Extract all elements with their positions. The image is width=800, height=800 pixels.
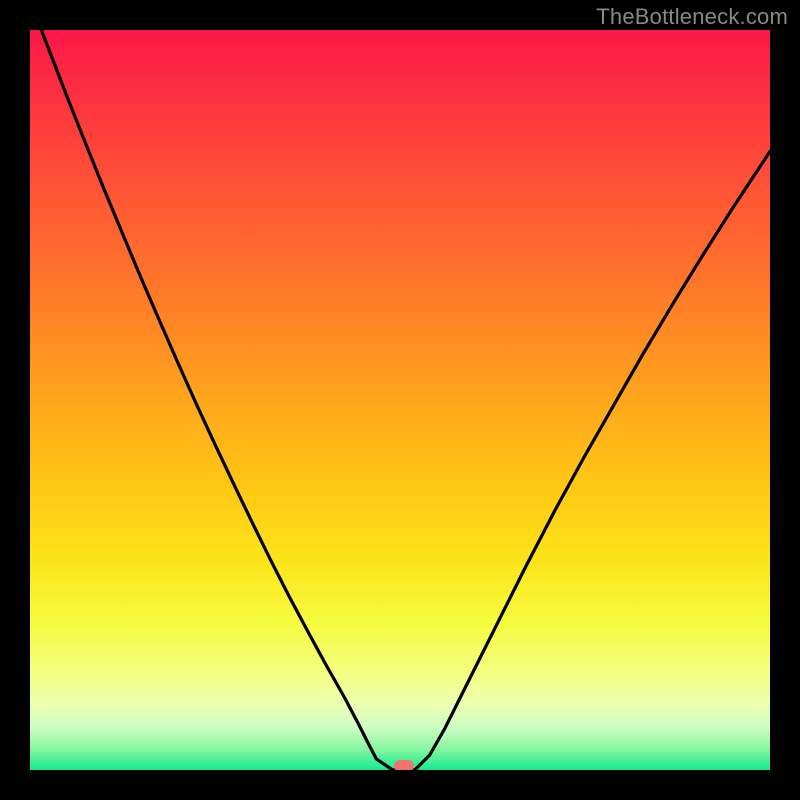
chart-frame: TheBottleneck.com [0,0,800,800]
plot-area [30,30,770,770]
curve-path [30,30,770,770]
bottleneck-curve [30,30,770,770]
watermark-text: TheBottleneck.com [596,4,788,30]
optimum-marker [394,760,414,770]
